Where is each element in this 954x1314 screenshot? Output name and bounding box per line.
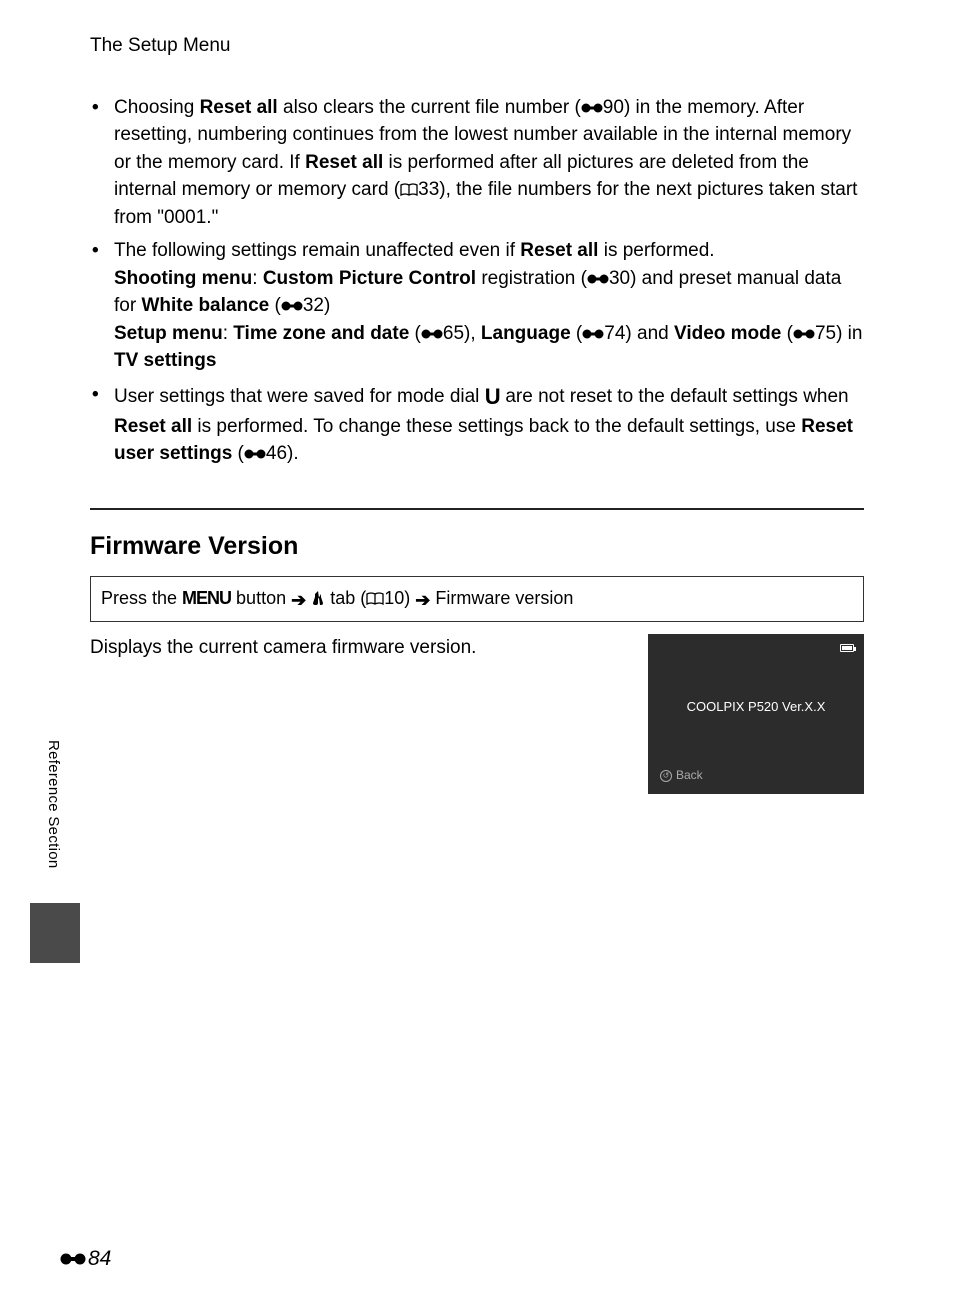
side-tab-marker (30, 903, 80, 963)
bullet-item-3: User settings that were saved for mode d… (92, 381, 864, 468)
bold-tv-settings: TV settings (114, 350, 216, 371)
text: ) in (836, 323, 862, 344)
text: tab ( (325, 588, 366, 608)
ref-number: 65 (443, 323, 464, 344)
back-circle-icon: ↺ (660, 770, 672, 782)
text: ( (232, 443, 244, 464)
text: ( (781, 323, 793, 344)
bold-video-mode: Video mode (674, 323, 781, 344)
firmware-version-text: COOLPIX P520 Ver.X.X (648, 698, 864, 717)
text: are not reset to the default settings wh… (500, 386, 849, 407)
text: registration ( (476, 268, 587, 289)
mode-dial-u-icon: U (485, 381, 500, 413)
ref-number: 30 (609, 268, 630, 289)
ref-number: 32 (303, 295, 324, 316)
book-ref: 10 (384, 588, 404, 608)
text: button (231, 588, 291, 608)
ref-number: 90 (603, 97, 624, 118)
reference-icon (793, 327, 815, 341)
reference-icon (581, 101, 603, 115)
section-heading-firmware: Firmware Version (90, 528, 864, 564)
reference-icon (587, 272, 609, 286)
arrow-right-icon: ➔ (291, 587, 306, 613)
firmware-description: Displays the current camera firmware ver… (90, 634, 630, 662)
bullet-list: Choosing Reset all also clears the curre… (92, 94, 864, 468)
reference-icon (582, 327, 604, 341)
back-indicator: ↺ Back (660, 767, 703, 784)
bold-language: Language (481, 323, 571, 344)
text: ) (324, 295, 330, 316)
text: ) (404, 588, 415, 608)
wrench-icon (311, 590, 325, 606)
text: The following settings remain unaffected… (114, 240, 520, 261)
page-number: 84 (60, 1244, 111, 1274)
side-section-label: Reference Section (42, 740, 64, 869)
text: is performed. To change these settings b… (192, 416, 801, 437)
text: ), (464, 323, 481, 344)
text: ( (409, 323, 421, 344)
bold-reset-all: Reset all (520, 240, 598, 261)
bold-reset-all: Reset all (200, 97, 278, 118)
navigation-path-box: Press the MENU button ➔ tab ( 10) ➔ Firmw… (90, 576, 864, 622)
text: ( (269, 295, 281, 316)
text: Press the (101, 588, 182, 608)
text: Choosing (114, 97, 200, 118)
text: : (252, 268, 263, 289)
bold-cpc: Custom Picture Control (263, 268, 476, 289)
text: ( (571, 323, 583, 344)
bold-setup-menu: Setup menu (114, 323, 223, 344)
reference-icon (281, 299, 303, 313)
text: ). (287, 443, 299, 464)
text: also clears the current file number ( (278, 97, 581, 118)
section-divider (90, 508, 864, 510)
bold-shooting-menu: Shooting menu (114, 268, 252, 289)
bold-tzd: Time zone and date (233, 323, 409, 344)
back-label: Back (676, 767, 703, 784)
reference-icon (60, 1251, 86, 1267)
bullet-item-2: The following settings remain unaffected… (92, 237, 864, 375)
bold-wb: White balance (141, 295, 269, 316)
ref-number: 46 (266, 443, 287, 464)
bullet-item-1: Choosing Reset all also clears the curre… (92, 94, 864, 232)
ref-number: 75 (815, 323, 836, 344)
text: : (223, 323, 234, 344)
camera-screen-preview: COOLPIX P520 Ver.X.X ↺ Back (648, 634, 864, 794)
text: Firmware version (430, 588, 573, 608)
battery-icon (840, 644, 854, 652)
text: User settings that were saved for mode d… (114, 386, 485, 407)
menu-button-label: MENU (182, 588, 231, 608)
bold-reset-all: Reset all (114, 416, 192, 437)
bold-reset-all: Reset all (305, 152, 383, 173)
book-ref: 33 (418, 179, 439, 200)
text: is performed. (598, 240, 714, 261)
reference-icon (244, 447, 266, 461)
page-number-value: 84 (88, 1244, 111, 1274)
reference-icon (421, 327, 443, 341)
page-header: The Setup Menu (90, 32, 864, 60)
arrow-right-icon: ➔ (415, 587, 430, 613)
text: ) and (625, 323, 674, 344)
book-icon (400, 183, 418, 197)
ref-number: 74 (604, 323, 625, 344)
book-icon (366, 592, 384, 606)
